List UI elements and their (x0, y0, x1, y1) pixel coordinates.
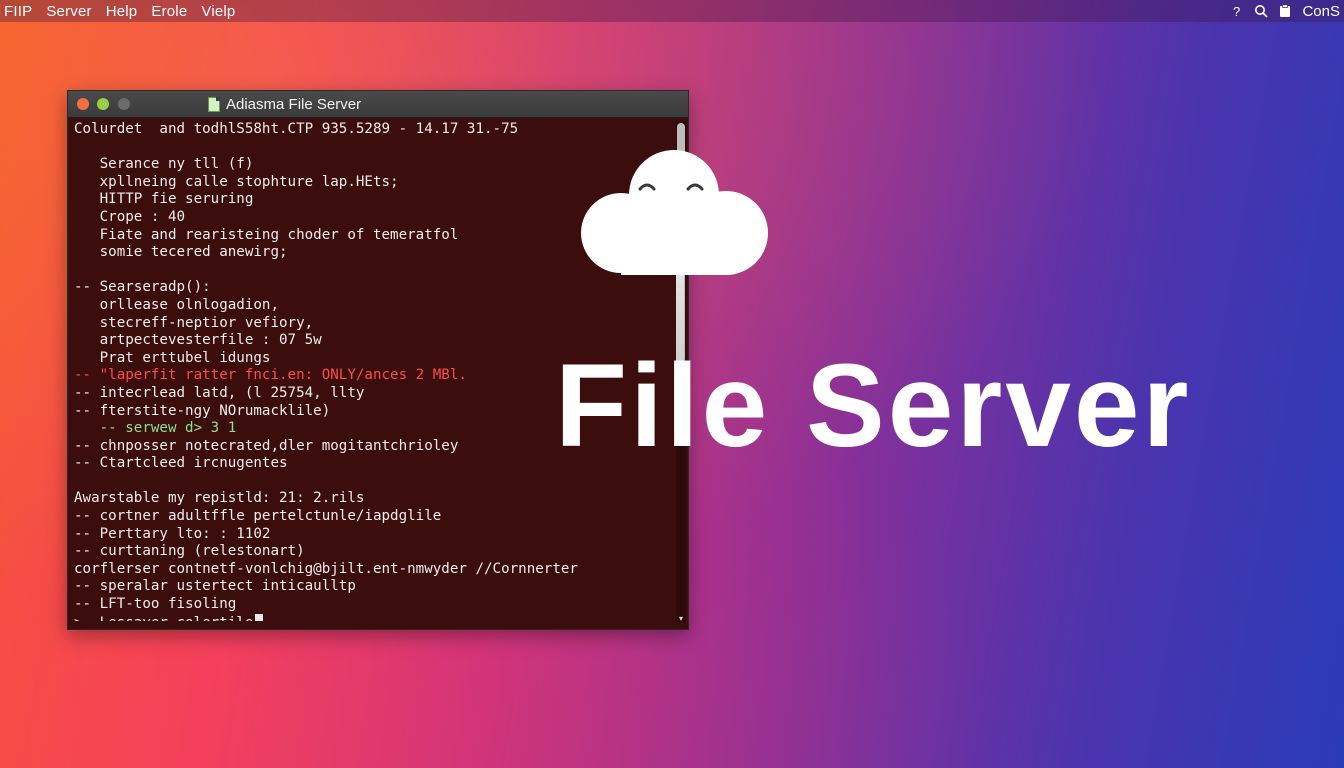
terminal-line: -- curttaning (relestonart) (74, 543, 670, 561)
terminal-line-text: Fiate and rearisteing choder of temeratf… (74, 226, 459, 243)
terminal-line-text: orllease olnlogadion, (74, 296, 279, 313)
terminal-line-text: -- Searseradp(): (74, 279, 211, 296)
document-icon (208, 96, 220, 112)
menu-item-server[interactable]: Server (46, 3, 91, 20)
terminal-line: -- Perttary lto: : 1102 (74, 526, 670, 544)
terminal-line-text: artpectevesterfile : 07 5w (74, 332, 322, 349)
menu-item-app[interactable]: FIIP (4, 3, 32, 20)
menu-bar: FIIP Server Help Erole Vielp ? ConS (0, 0, 1344, 22)
terminal-line: >- Lessaver colertile (74, 613, 670, 621)
terminal-line-text: somie tecered anewirg; (74, 244, 288, 261)
terminal-line-text: -- "laperfit ratter fnci.en: ONLY/ances … (74, 367, 467, 384)
terminal-line-text: -- intecrlead latd, (l 25754, llty (74, 384, 365, 401)
terminal-line-text: -- cortner adultffle pertelctunle/iapdgl… (74, 508, 442, 525)
menu-bar-right-label[interactable]: ConS (1302, 3, 1340, 20)
terminal-line-text: Colurdet and todhlS58ht.CTP 935.5289 - 1… (74, 121, 519, 137)
terminal-line: Colurdet and todhlS58ht.CTP 935.5289 - 1… (74, 121, 670, 139)
cloud-icon (581, 150, 768, 275)
terminal-line-text: Prat erttubel idungs (74, 349, 271, 366)
terminal-line-text: HITTP fie seruring (74, 191, 254, 208)
clipboard-icon[interactable] (1278, 4, 1292, 18)
terminal-line-text: -- chnposser notecrated,dler mogitantchr… (74, 437, 459, 454)
terminal-line-text: Awarstable my repistld: 21: 2.rils (74, 490, 365, 507)
terminal-line-text: xpllneing calle stophture lap.HEts; (74, 173, 399, 190)
text-cursor (255, 613, 264, 621)
window-titlebar[interactable]: Adiasma File Server (68, 91, 688, 118)
terminal-line-text: -- LFT-too fisoling (74, 596, 237, 613)
window-title: Adiasma File Server (226, 95, 362, 113)
terminal-line-text: corflerser contnetf-vonlchig@bjilt.ent-n… (74, 560, 578, 577)
menu-item-vielp[interactable]: Vielp (201, 3, 235, 20)
terminal-line-text: -- Ctartcleed ircnugentes (74, 455, 288, 472)
terminal-line: orllease olnlogadion, (74, 297, 670, 315)
terminal-line: -- speralar ustertect inticaulltp (74, 578, 670, 596)
svg-text:?: ? (1233, 4, 1240, 18)
terminal-line-text: Crope : 40 (74, 208, 186, 225)
terminal-line: corflerser contnetf-vonlchig@bjilt.ent-n… (74, 561, 670, 579)
terminal-line-text: -- speralar ustertect inticaulltp (74, 578, 356, 595)
terminal-line-text: -- curttaning (relestonart) (74, 543, 305, 560)
window-title-group: Adiasma File Server (208, 91, 361, 117)
close-button[interactable] (77, 98, 89, 110)
terminal-line: stecreff-neptior vefiory, (74, 315, 670, 333)
help-icon[interactable]: ? (1230, 4, 1244, 19)
terminal-line: -- LFT-too fisoling (74, 596, 670, 614)
terminal-line-text: Serance ny tll (f) (74, 156, 254, 173)
headline-text: File Server (555, 340, 1192, 472)
terminal-line-text: -- serwew d> 3 1 (74, 420, 237, 437)
search-icon[interactable] (1254, 4, 1269, 18)
menu-item-help[interactable]: Help (106, 3, 138, 20)
scroll-down-arrow-icon[interactable]: ▾ (677, 615, 685, 623)
menu-item-erole[interactable]: Erole (151, 3, 187, 20)
terminal-line: Awarstable my repistld: 21: 2.rils (74, 490, 670, 508)
terminal-line-text: >- Lessaver colertile (74, 615, 253, 621)
minimize-button[interactable] (97, 98, 109, 110)
terminal-line: -- Searseradp(): (74, 279, 670, 297)
terminal-line: -- cortner adultffle pertelctunle/iapdgl… (74, 508, 670, 526)
maximize-button[interactable] (118, 98, 130, 110)
terminal-line-text: stecreff-neptior vefiory, (74, 314, 314, 331)
menu-bar-status-area: ? ConS (1230, 0, 1340, 22)
terminal-line-text: -- Perttary lto: : 1102 (74, 525, 271, 542)
terminal-line-text: -- fterstite-ngy NOrumacklile) (74, 402, 331, 419)
